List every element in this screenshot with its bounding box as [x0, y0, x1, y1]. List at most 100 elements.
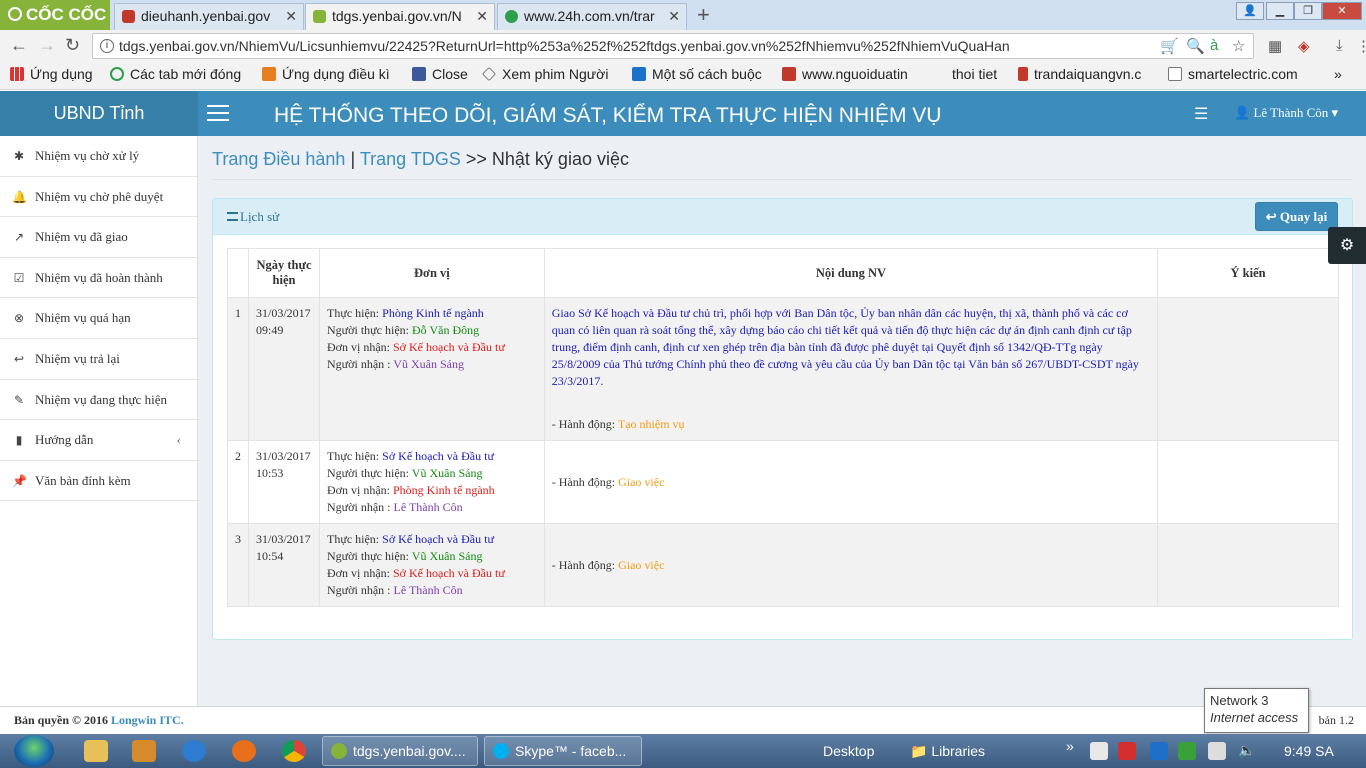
tray-app-icon[interactable]	[1090, 742, 1108, 760]
list-icon[interactable]: ☰	[1194, 104, 1208, 124]
menu-icon[interactable]: ⋮	[1356, 37, 1366, 55]
col-header-content: Nội dung NV	[543, 248, 1159, 298]
folder-icon: 📁	[910, 743, 928, 759]
action-label: - Hành động:	[551, 474, 616, 489]
receiver-label: Người nhận :	[326, 583, 391, 597]
bookmark-star-icon[interactable]: ☆	[1232, 37, 1245, 55]
sidebar-item-completed[interactable]: ☑ Nhiệm vụ đã hoàn thành	[0, 258, 197, 299]
cell-no: 3	[227, 523, 249, 607]
check-icon[interactable]	[1178, 742, 1196, 760]
action-value: Tạo nhiệm vụ	[617, 417, 685, 431]
url-input[interactable]: i tdgs.yenbai.gov.vn/NhiemVu/Licsunhiemv…	[92, 33, 1254, 59]
sidebar-item-label: Nhiệm vụ trả lại	[35, 350, 120, 366]
bookmark-phim[interactable]: Xem phim Người	[482, 66, 616, 82]
list-icon	[227, 212, 238, 221]
tray-app-icon[interactable]	[1150, 742, 1168, 760]
bookmark-nguoiduatin[interactable]: www.nguoiduatin	[782, 66, 920, 82]
tab-title: www.24h.com.vn/trar	[524, 8, 655, 24]
sidebar-item-returned[interactable]: ↩ Nhiệm vụ trả lại	[0, 339, 197, 380]
sidebar-item-attachments[interactable]: 📌 Văn bản đính kèm	[0, 461, 197, 502]
bookmark-close[interactable]: Close	[412, 66, 468, 82]
info-icon[interactable]: i	[100, 39, 114, 53]
network-icon[interactable]	[1208, 742, 1226, 760]
receiver-unit-label: Đơn vị nhận:	[326, 566, 390, 580]
internet-explorer-icon[interactable]	[182, 740, 206, 762]
libraries-toolbar[interactable]: 📁 Libraries	[910, 734, 985, 768]
bookmark-label: Một số cách buộc	[652, 66, 762, 82]
settings-gear-icon[interactable]: ⚙	[1328, 227, 1366, 264]
desktop-toolbar[interactable]: Desktop	[823, 734, 874, 768]
explorer-icon[interactable]	[84, 740, 108, 762]
date-text: 31/03/2017	[256, 306, 311, 320]
download-icon[interactable]: ⤓	[1336, 37, 1343, 54]
system-clock[interactable]: 9:49 SA	[1284, 734, 1334, 768]
tab-dieuhanh[interactable]: dieuhanh.yenbai.gov ✕	[114, 3, 304, 30]
antivirus-icon[interactable]	[1118, 742, 1136, 760]
reply-icon: ↩	[1265, 209, 1277, 224]
close-window-icon[interactable]: ✕	[1322, 2, 1362, 20]
executor-person-value: Đỗ Văn Đông	[412, 323, 480, 337]
coccoc-logo[interactable]: CỐC CỐC	[0, 0, 110, 30]
back-button-label: Quay lại	[1279, 209, 1328, 224]
table-row: 2 31/03/2017 10:53 Thực hiện: Sở Kế hoạch…	[227, 440, 1339, 524]
bookmark-app-control[interactable]: Ứng dụng điều kì	[262, 66, 398, 82]
zoom-icon[interactable]: 🔍	[1186, 37, 1205, 55]
breadcrumb-link-dieuhanh[interactable]: Trang Điều hành	[212, 149, 345, 169]
page-footer: Bản quyền © 2016 Longwin ITC. bản 1.2	[0, 706, 1366, 734]
firefox-icon[interactable]	[232, 740, 256, 762]
history-table: Ngày thực hiện Đơn vị Nội dung NV Ý kiến…	[227, 248, 1339, 607]
bookmark-recent-tabs[interactable]: Các tab mới đóng	[110, 66, 241, 82]
brand-logo[interactable]: UBND Tỉnh	[0, 91, 198, 136]
back-button[interactable]: ↩ Quay lại	[1255, 202, 1338, 231]
bookmark-trandaiquang[interactable]: trandaiquangvn.c	[1018, 66, 1154, 82]
bookmark-smartelectric[interactable]: smartelectric.com	[1168, 66, 1298, 82]
user-menu[interactable]: 👤 Lê Thành Côn ▾	[1234, 105, 1338, 121]
bookmark-thoitiet[interactable]: thoi tiet	[952, 66, 997, 82]
extension-icon[interactable]: ◈	[1298, 37, 1310, 55]
sidebar-item-guide[interactable]: ▮ Hướng dẫn ‹	[0, 420, 197, 461]
user-menu-icon[interactable]: 👤	[1236, 2, 1264, 20]
sidebar-item-in-progress[interactable]: ✎ Nhiệm vụ đang thực hiện	[0, 380, 197, 421]
executor-person-label: Người thực hiện:	[326, 549, 409, 563]
taskbar-item-skype[interactable]: Skype™ - faceb...	[484, 736, 642, 766]
extensions-icon[interactable]: ▦	[1268, 37, 1282, 55]
media-player-icon[interactable]	[132, 740, 156, 762]
sidebar-item-overdue[interactable]: ⊗ Nhiệm vụ quá hạn	[0, 298, 197, 339]
bookmark-apps[interactable]: Ứng dụng	[10, 66, 93, 82]
bookmark-label: smartelectric.com	[1188, 66, 1298, 82]
tab-tdgs[interactable]: tdgs.yenbai.gov.vn/N ✕	[305, 3, 495, 30]
start-button[interactable]	[14, 735, 54, 767]
bookmark-label: Xem phim Người	[502, 66, 609, 82]
new-tab-button[interactable]: +	[697, 2, 710, 28]
action-value: Giao việc	[618, 557, 665, 572]
minimize-icon[interactable]: ▁	[1266, 2, 1294, 20]
bookmark-label: thoi tiet	[952, 66, 998, 82]
sidebar-item-assigned[interactable]: ↗ Nhiệm vụ đã giao	[0, 217, 197, 258]
sidebar-item-pending[interactable]: ✱ Nhiệm vụ chờ xử lý	[0, 136, 197, 177]
tray-chevron-icon[interactable]: »	[1066, 738, 1084, 756]
reload-icon[interactable]: ↻	[65, 35, 80, 56]
more-bookmarks-icon[interactable]: »	[1334, 66, 1342, 82]
taskbar-item-tdgs[interactable]: tdgs.yenbai.gov....	[322, 736, 478, 766]
close-tab-icon[interactable]: ✕	[285, 4, 297, 29]
close-tab-icon[interactable]: ✕	[476, 4, 488, 29]
tab-24h[interactable]: www.24h.com.vn/trar ✕	[497, 3, 687, 30]
col-header-no	[227, 248, 249, 298]
breadcrumb-link-tdgs[interactable]: Trang TDGS	[360, 149, 461, 169]
executor-value: Sở Kế hoạch và Đầu tư	[382, 532, 494, 546]
bookmark-cach-buoc[interactable]: Một số cách buộc	[632, 66, 768, 82]
company-link[interactable]: Longwin ITC.	[111, 713, 184, 727]
restore-icon[interactable]: ❐	[1294, 2, 1322, 20]
speaker-icon[interactable]: 🔈	[1238, 742, 1256, 760]
sidebar-item-awaiting-approval[interactable]: 🔔 Nhiệm vụ chờ phê duyệt	[0, 177, 197, 218]
chrome-icon[interactable]	[282, 740, 306, 762]
cart-icon[interactable]: 🛒	[1160, 37, 1179, 55]
cell-opinion	[1157, 440, 1339, 524]
close-tab-icon[interactable]: ✕	[668, 4, 680, 29]
spellcheck-icon[interactable]: à	[1210, 37, 1218, 54]
forward-arrow-icon[interactable]: →	[38, 35, 56, 56]
back-arrow-icon[interactable]: ←	[10, 35, 28, 56]
hamburger-menu-icon[interactable]	[207, 105, 229, 121]
action-label: - Hành động:	[551, 417, 616, 431]
pencil-icon: ✎	[13, 392, 25, 407]
